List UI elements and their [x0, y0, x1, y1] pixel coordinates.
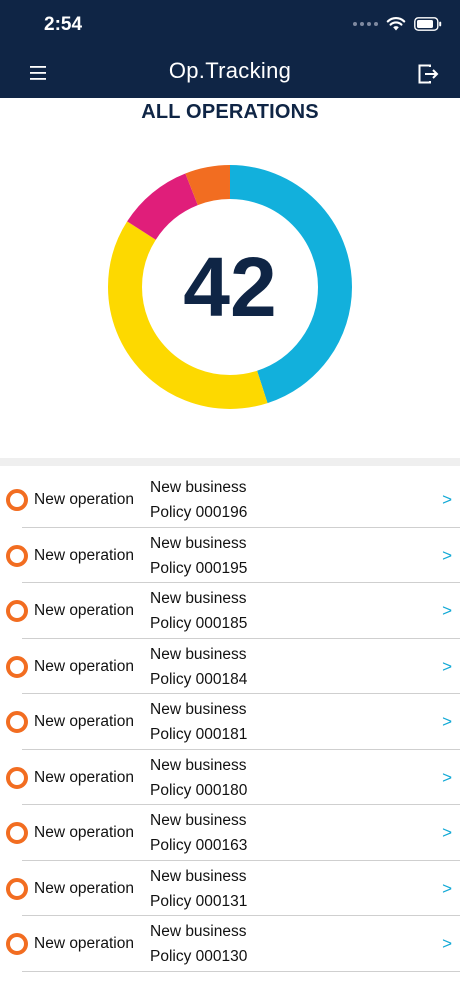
operation-policy: Policy 000185 — [150, 615, 248, 632]
operation-category: New business — [150, 701, 247, 718]
status-ring-icon — [6, 544, 28, 567]
operation-type: New operation — [34, 713, 134, 730]
operation-type: New operation — [34, 602, 134, 619]
operation-policy: Policy 000180 — [150, 781, 248, 799]
operation-type: New operation — [34, 879, 134, 897]
chevron-right-icon[interactable]: > — [442, 823, 452, 843]
chevron-right-icon[interactable]: > — [442, 657, 452, 677]
operation-row[interactable]: New operation New business Policy 000195 > — [0, 528, 460, 583]
logout-icon[interactable] — [416, 62, 440, 86]
page-title: ALL OPERATIONS — [141, 101, 319, 123]
operation-policy: Policy 000130 — [150, 948, 248, 965]
operation-category: New business — [150, 534, 247, 552]
operations-list: New operation New business Policy 000196 > N… — [0, 472, 460, 972]
operation-type: New operation — [34, 768, 134, 786]
status-ring-icon — [6, 766, 28, 789]
app-header: 2:54 Op.Tracking — [0, 0, 460, 98]
operation-row[interactable]: New operation New business Policy 000131 > — [0, 861, 460, 916]
operation-policy: Policy 000195 — [150, 559, 248, 577]
operation-category: New business — [150, 812, 247, 829]
status-ring-icon — [6, 711, 28, 733]
operation-policy: Policy 000181 — [150, 726, 248, 743]
chevron-right-icon[interactable]: > — [442, 934, 452, 954]
operation-policy: Policy 000184 — [150, 670, 248, 688]
operation-row[interactable]: New operation New business Policy 000130 > — [0, 916, 460, 972]
chevron-right-icon[interactable]: > — [442, 490, 452, 510]
operation-policy: Policy 000196 — [150, 504, 248, 521]
operation-type: New operation — [34, 657, 134, 675]
chevron-right-icon[interactable]: > — [442, 879, 452, 899]
operation-row[interactable]: New operation New business Policy 000163 > — [0, 805, 460, 861]
operation-type: New operation — [34, 935, 134, 952]
operation-row[interactable]: New operation New business Policy 000181 > — [0, 694, 460, 750]
operation-category: New business — [150, 756, 247, 774]
row-divider — [22, 970, 460, 972]
operation-category: New business — [150, 479, 247, 496]
operation-row[interactable]: New operation New business Policy 000184 > — [0, 639, 460, 694]
wifi-icon — [386, 17, 406, 31]
operation-category: New business — [150, 867, 247, 885]
status-icons — [353, 16, 442, 32]
operation-row[interactable]: New operation New business Policy 000185 > — [0, 583, 460, 639]
operations-donut-chart: 42 — [108, 165, 352, 409]
status-ring-icon — [6, 655, 28, 678]
operation-policy: Policy 000131 — [150, 892, 248, 910]
status-ring-icon — [6, 600, 28, 622]
operation-category: New business — [150, 590, 247, 607]
operation-row[interactable]: New operation New business Policy 000196 > — [0, 472, 460, 528]
chevron-right-icon[interactable]: > — [442, 712, 452, 732]
chevron-right-icon[interactable]: > — [442, 768, 452, 788]
operation-type: New operation — [34, 824, 134, 841]
battery-icon — [414, 17, 442, 31]
operation-type: New operation — [34, 491, 134, 508]
navigation-bar: Op.Tracking — [0, 50, 460, 96]
status-ring-icon — [6, 489, 28, 511]
operation-policy: Policy 000163 — [150, 837, 248, 854]
status-ring-icon — [6, 822, 28, 844]
status-time: 2:54 — [44, 14, 83, 35]
status-ring-icon — [6, 933, 28, 955]
total-operations-count: 42 — [183, 239, 277, 334]
status-ring-icon — [6, 877, 28, 900]
operation-category: New business — [150, 645, 247, 663]
section-divider — [0, 458, 460, 466]
operation-category: New business — [150, 923, 247, 940]
cellular-signal-icon — [353, 22, 378, 26]
app-title: Op.Tracking — [168, 58, 292, 83]
chevron-right-icon[interactable]: > — [442, 546, 452, 566]
operation-row[interactable]: New operation New business Policy 000180 > — [0, 750, 460, 805]
operation-type: New operation — [34, 546, 134, 564]
chevron-right-icon[interactable]: > — [442, 601, 452, 621]
